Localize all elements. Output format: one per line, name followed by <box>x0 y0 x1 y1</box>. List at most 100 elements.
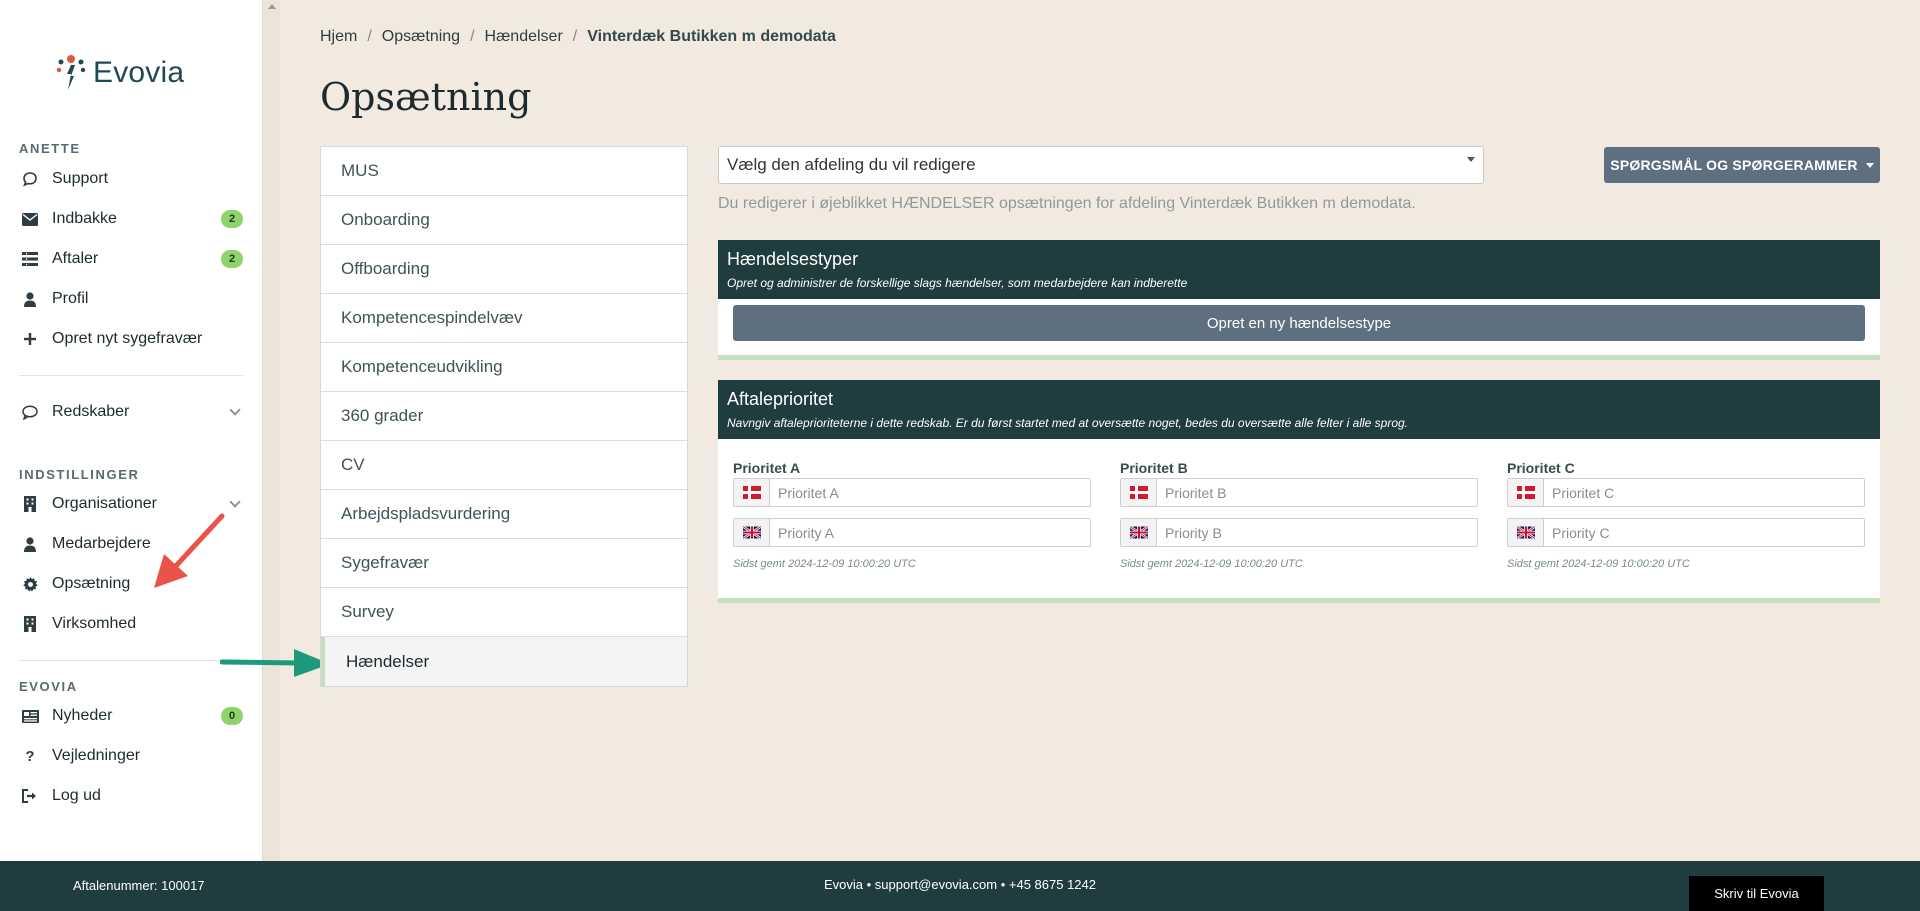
sidebar-item-inbox[interactable]: Indbakke 2 <box>19 203 243 235</box>
section-title-user: ANETTE <box>19 141 81 156</box>
menu-item-cv[interactable]: CV <box>321 441 687 490</box>
questions-frameworks-button[interactable]: SPØRGSMÅL OG SPØRGERAMMER <box>1604 147 1880 183</box>
sidebar-item-label: Medarbejdere <box>52 535 151 552</box>
envelope-icon <box>19 210 41 228</box>
inbox-count-badge: 2 <box>221 210 243 228</box>
sidebar-item-label: Virksomhed <box>52 615 137 632</box>
priority-a-en-input[interactable] <box>770 519 1090 546</box>
building-icon <box>19 615 41 633</box>
sidebar-item-label: Redskaber <box>52 403 130 420</box>
chevron-down-icon[interactable] <box>229 404 241 416</box>
sidebar-item-logout[interactable]: Log ud <box>19 780 243 812</box>
question-icon: ? <box>25 747 35 765</box>
priority-b-label: Prioritet B <box>1120 460 1188 476</box>
sign-out-icon <box>19 787 41 805</box>
sidebar-scrollbar[interactable] <box>262 0 280 861</box>
priority-a-label: Prioritet A <box>733 460 801 476</box>
agreement-priority-title: Aftaleprioritet <box>727 389 834 409</box>
section-title-settings: INDSTILLINGER <box>19 467 140 482</box>
sidebar-item-new-sick-leave[interactable]: Opret nyt sygefravær <box>19 323 243 355</box>
settings-menu: MUS Onboarding Offboarding Kompetencespi… <box>320 146 688 687</box>
breadcrumb-events[interactable]: Hændelser <box>485 28 563 46</box>
breadcrumb-separator: / <box>470 28 475 45</box>
chevron-down-icon[interactable] <box>229 496 241 508</box>
menu-item-onboarding[interactable]: Onboarding <box>321 196 687 245</box>
agreements-count-badge: 2 <box>221 250 243 268</box>
menu-item-events[interactable]: Hændelser <box>321 637 687 686</box>
sidebar-item-profile[interactable]: Profil <box>19 283 243 315</box>
caret-down-icon <box>1865 162 1874 168</box>
danish-flag-icon <box>734 479 770 506</box>
priority-b-da-field[interactable] <box>1120 478 1478 507</box>
menu-item-sick-leave[interactable]: Sygefravær <box>321 539 687 588</box>
menu-item-360[interactable]: 360 grader <box>321 392 687 441</box>
priority-b-da-input[interactable] <box>1157 479 1477 506</box>
questions-frameworks-label: SPØRGSMÅL OG SPØRGERAMMER <box>1610 157 1858 173</box>
sidebar-item-label: Support <box>52 170 109 187</box>
sidebar-divider <box>19 660 243 661</box>
event-types-title: Hændelsestyper <box>727 249 859 269</box>
danish-flag-icon <box>1508 479 1544 506</box>
sidebar-item-label: Profil <box>52 290 89 307</box>
user-icon <box>19 290 41 308</box>
priority-c-en-field[interactable] <box>1507 518 1865 547</box>
priority-c-da-input[interactable] <box>1544 479 1864 506</box>
section-title-evovia: EVOVIA <box>19 679 78 694</box>
sidebar-item-label: Indbakke <box>52 210 117 227</box>
priority-c-da-field[interactable] <box>1507 478 1865 507</box>
menu-item-offboarding[interactable]: Offboarding <box>321 245 687 294</box>
priority-c-en-input[interactable] <box>1544 519 1864 546</box>
agreement-priority-card: Aftaleprioritet Navngiv aftaleprioritete… <box>718 380 1880 603</box>
create-event-type-button[interactable]: Opret en ny hændelsestype <box>733 305 1865 341</box>
agreement-priority-header: Aftaleprioritet Navngiv aftaleprioritete… <box>718 380 1880 439</box>
sidebar-divider <box>19 375 243 376</box>
priority-b-en-field[interactable] <box>1120 518 1478 547</box>
priority-c-label: Prioritet C <box>1507 460 1575 476</box>
logo[interactable]: Evovia <box>55 52 184 94</box>
sidebar-item-agreements[interactable]: Aftaler 2 <box>19 243 243 275</box>
sidebar-item-tools[interactable]: Redskaber <box>19 396 243 428</box>
menu-item-mus[interactable]: MUS <box>321 147 687 196</box>
evovia-logo-icon <box>56 55 86 90</box>
uk-flag-icon <box>1121 519 1157 546</box>
chat-bubble-icon <box>19 170 41 188</box>
breadcrumb-home[interactable]: Hjem <box>320 28 357 46</box>
agreement-priority-subtitle: Navngiv aftaleprioriteterne i dette reds… <box>727 416 1409 430</box>
priority-a-en-field[interactable] <box>733 518 1091 547</box>
breadcrumb-setup[interactable]: Opsætning <box>382 28 460 46</box>
sidebar-item-news[interactable]: Nyheder 0 <box>19 700 243 732</box>
priority-b-en-input[interactable] <box>1157 519 1477 546</box>
newspaper-icon <box>19 707 41 725</box>
sidebar-item-guides[interactable]: ? Vejledninger <box>19 740 243 772</box>
menu-item-competence-web[interactable]: Kompetencespindelvæv <box>321 294 687 343</box>
priority-a-da-field[interactable] <box>733 478 1091 507</box>
priority-c-saved-text: Sidst gemt 2024-12-09 10:00:20 UTC <box>1507 558 1690 570</box>
danish-flag-icon <box>1121 479 1157 506</box>
sidebar: Evovia ANETTE Support Indbakke 2 Aftaler… <box>0 0 262 861</box>
sidebar-item-company[interactable]: Virksomhed <box>19 608 243 640</box>
department-select-value: Vælg den afdeling du vil redigere <box>727 155 976 174</box>
sidebar-item-label: Log ud <box>52 787 101 804</box>
sidebar-item-label: Opsætning <box>52 575 131 592</box>
menu-item-workplace-assessment[interactable]: Arbejdspladsvurdering <box>321 490 687 539</box>
uk-flag-icon <box>1508 519 1544 546</box>
write-to-evovia-button[interactable]: Skriv til Evovia <box>1689 876 1824 911</box>
menu-item-survey[interactable]: Survey <box>321 588 687 637</box>
comment-icon <box>19 403 41 421</box>
event-types-subtitle: Opret og administrer de forskellige slag… <box>727 276 1188 290</box>
sidebar-item-label: Organisationer <box>52 495 157 512</box>
sidebar-item-label: Opret nyt sygefravær <box>52 330 203 347</box>
breadcrumb-separator: / <box>367 28 372 45</box>
priority-c-group: Prioritet C Sidst gemt 2024-12-09 10:00:… <box>1507 460 1865 570</box>
sidebar-item-label: Nyheder <box>52 707 113 724</box>
menu-item-competence-development[interactable]: Kompetenceudvikling <box>321 343 687 392</box>
scroll-up-icon[interactable] <box>268 4 276 9</box>
sidebar-item-support[interactable]: Support <box>19 163 243 195</box>
breadcrumb: Hjem / Opsætning / Hændelser / Vinterdæk… <box>320 28 836 46</box>
department-select[interactable]: Vælg den afdeling du vil redigere <box>718 146 1484 184</box>
priority-b-group: Prioritet B Sidst gemt 2024-12-09 10:00:… <box>1120 460 1478 570</box>
priority-a-saved-text: Sidst gemt 2024-12-09 10:00:20 UTC <box>733 558 916 570</box>
logo-text: Evovia <box>93 56 185 89</box>
user-icon <box>19 535 41 553</box>
priority-a-da-input[interactable] <box>770 479 1090 506</box>
